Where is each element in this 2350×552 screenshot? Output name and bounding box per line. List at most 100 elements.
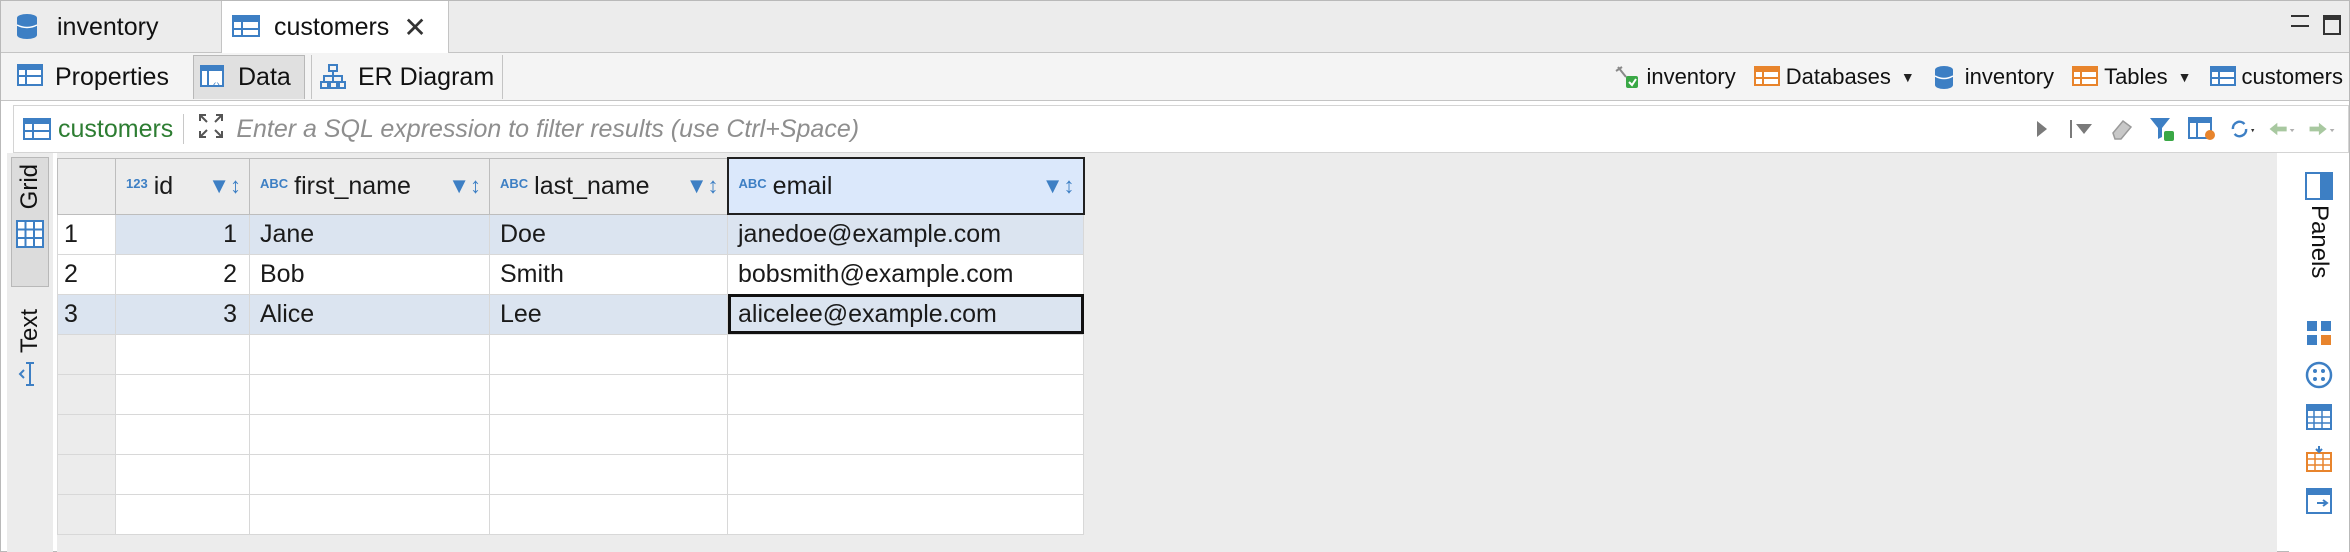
cell-email[interactable]: janedoe@example.com [727,213,1084,255]
empty-cell [489,413,728,455]
cell-last-name[interactable]: Doe [489,213,728,255]
tab-properties[interactable]: Properties [17,55,169,99]
back-arrow-icon[interactable] [2268,115,2296,143]
breadcrumb-label: inventory [1646,64,1736,89]
filter-sort-icon[interactable]: ▼↕ [686,173,719,199]
row-number-header[interactable] [57,157,116,215]
empty-cell [115,373,250,415]
apply-filter-icon[interactable] [2028,115,2056,143]
row-number[interactable]: 3 [57,293,116,335]
header-row: 123 id ▼↕ ABC first_name ▼↕ ABC last_name ▼… [57,157,1085,215]
empty-cell [727,373,1084,415]
tab-er-diagram[interactable]: ER Diagram [311,55,504,99]
eraser-icon[interactable] [2108,115,2136,143]
column-name: id [153,171,174,200]
empty-cell [489,333,728,375]
minimize-icon[interactable] [2291,15,2309,27]
grid-icon [16,220,44,249]
chevron-down-icon[interactable]: ▼ [2178,69,2192,85]
table-row[interactable]: 3 3 Alice Lee alicelee@example.com [57,293,1084,335]
tab-panels-label: Panels [2306,205,2333,279]
filter-sort-icon[interactable]: ▼↕ [448,173,481,199]
empty-row [57,333,1084,375]
filter-entity[interactable]: customers [14,115,173,144]
column-header-first-name[interactable]: ABC first_name ▼↕ [249,157,490,215]
cell-first-name[interactable]: Bob [249,253,490,295]
table-row[interactable]: 2 2 Bob Smith bobsmith@example.com [57,253,1084,295]
breadcrumb-connection[interactable]: inventory [1614,64,1736,90]
editor-tab-inventory[interactable]: inventory [15,1,219,53]
breadcrumb-label: Databases [1785,64,1891,89]
calc-panel-icon[interactable] [2303,401,2335,433]
empty-cell [727,453,1084,495]
panels-strip: Panels [2289,153,2349,552]
column-header-id[interactable]: 123 id ▼↕ [115,157,250,215]
tab-data[interactable]: ‹› Data [193,55,305,99]
breadcrumb-database[interactable]: inventory [1933,64,2054,90]
column-name: email [772,171,833,200]
sub-tab-bar: Properties ‹› Data ER Diagram inventory [1,53,2349,101]
table-row[interactable]: 1 1 Jane Doe janedoe@example.com [57,213,1084,255]
empty-cell [489,373,728,415]
cell-first-name[interactable]: Alice [249,293,490,335]
empty-cell [727,493,1084,535]
editor-tab-label: inventory [57,12,159,41]
breadcrumb-table[interactable]: customers [2209,64,2343,90]
cell-id[interactable]: 3 [115,293,250,335]
tab-grid-label: Grid [16,164,43,210]
filter-settings-icon[interactable] [2148,115,2176,143]
er-diagram-icon [320,64,348,90]
grouping-panel-icon[interactable] [2303,443,2335,475]
row-number[interactable]: 2 [57,253,116,295]
table-icon [23,118,51,140]
empty-cell [249,373,490,415]
table-icon [232,14,262,42]
editor-tab-customers[interactable]: customers ✕ [221,1,449,54]
breadcrumb-label: Tables [2104,64,2168,89]
forward-arrow-icon[interactable] [2308,115,2336,143]
grid-config-icon[interactable] [2188,115,2216,143]
cell-id[interactable]: 1 [115,213,250,255]
cell-last-name[interactable]: Smith [489,253,728,295]
breadcrumb-databases[interactable]: Databases ▼ [1753,64,1915,90]
tab-panels[interactable]: Panels [2297,171,2341,278]
refresh-icon[interactable] [2228,115,2256,143]
breadcrumb-tables[interactable]: Tables ▼ [2072,64,2192,90]
empty-cell [727,413,1084,455]
cell-id[interactable]: 2 [115,253,250,295]
empty-row [57,453,1084,495]
breadcrumb-label: customers [2241,64,2343,89]
metadata-panel-icon[interactable] [2303,359,2335,391]
row-number[interactable]: 1 [57,213,116,255]
filter-history-icon[interactable] [2068,115,2096,143]
results-grid: 123 id ▼↕ ABC first_name ▼↕ ABC last_name ▼… [57,153,2277,552]
maximize-icon[interactable] [2323,15,2341,35]
tab-grid[interactable]: Grid [11,157,49,287]
chevron-down-icon[interactable]: ▼ [1901,69,1915,85]
filter-entity-label: customers [58,114,174,143]
filter-input[interactable] [228,109,1869,149]
tab-text[interactable]: Text [11,303,49,413]
filter-toolbar [2028,115,2348,143]
references-panel-icon[interactable] [2303,485,2335,517]
empty-row [57,373,1084,415]
connection-icon [1614,65,1640,89]
value-panel-icon[interactable] [2303,317,2335,349]
editor-tab-bar: inventory customers ✕ [1,1,2349,54]
filter-bar: customers [13,105,2349,153]
database-icon [1933,65,1959,89]
column-header-email[interactable]: ABC email ▼↕ [726,157,1085,215]
filter-sort-icon[interactable]: ▼↕ [208,173,241,199]
close-icon[interactable]: ✕ [403,11,426,44]
cell-last-name[interactable]: Lee [489,293,728,335]
cell-first-name[interactable]: Jane [249,213,490,255]
column-name: last_name [534,171,650,200]
column-header-last-name[interactable]: ABC last_name ▼↕ [489,157,728,215]
cell-email[interactable]: bobsmith@example.com [727,253,1084,295]
tab-label: Data [238,63,291,91]
tab-label: Properties [55,62,169,91]
cell-email[interactable]: alicelee@example.com [727,293,1084,335]
expand-icon[interactable] [194,113,228,146]
filter-sort-icon[interactable]: ▼↕ [1042,173,1075,199]
editor-tab-label: customers [274,13,390,41]
